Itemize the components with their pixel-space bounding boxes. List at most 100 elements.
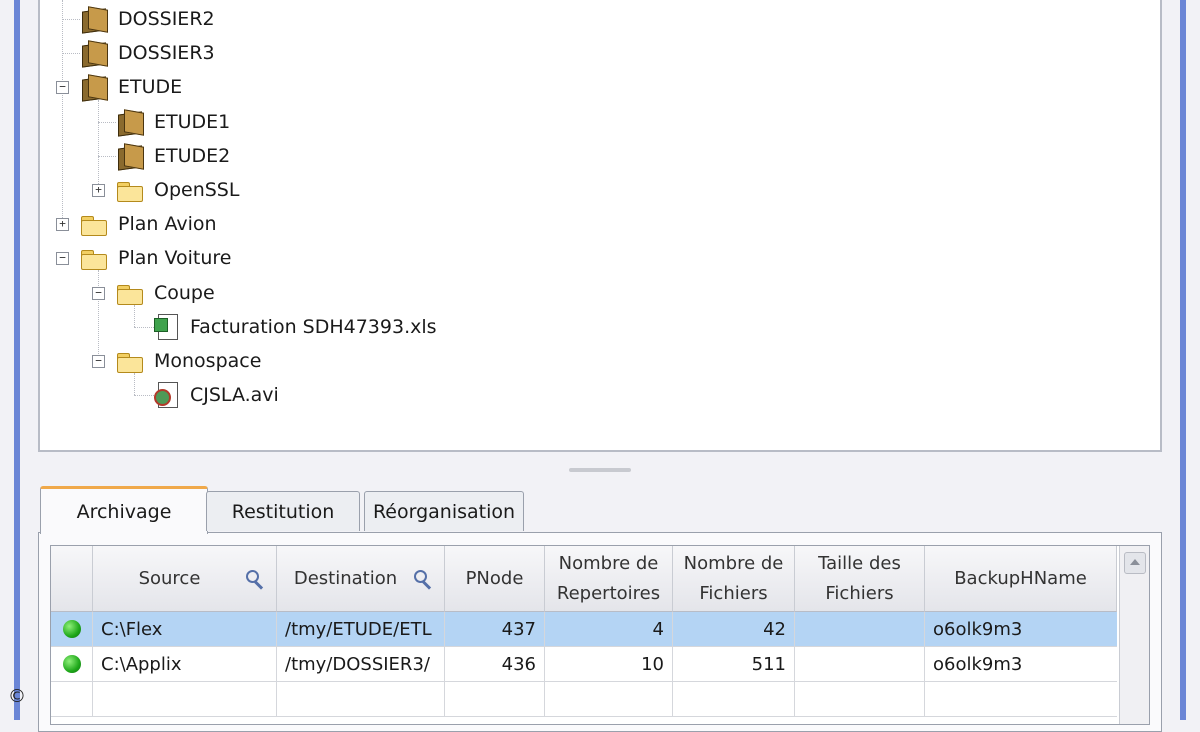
tree-item-openssl[interactable]: OpenSSL	[116, 173, 239, 207]
empty-cell	[277, 682, 445, 716]
scroll-up-button[interactable]	[1124, 552, 1146, 574]
tree-item-coupe[interactable]: Coupe	[116, 276, 215, 310]
tree-line	[134, 327, 154, 328]
header-label: Repertoires	[556, 582, 661, 604]
collapse-toggle[interactable]: −	[56, 81, 69, 94]
tree-item-etude[interactable]: ETUDE	[80, 70, 182, 104]
taille-cell	[795, 647, 925, 681]
folder-icon	[80, 247, 108, 270]
header-label: PNode	[465, 567, 524, 589]
collapse-toggle[interactable]: −	[92, 355, 105, 368]
status-ok-icon	[62, 620, 81, 638]
empty-cell	[93, 682, 277, 716]
tree-item-label: ETUDE2	[154, 145, 231, 167]
avi-file-icon	[154, 381, 180, 409]
tree-item-facturation-xls[interactable]: Facturation SDH47393.xls	[154, 310, 437, 344]
tree-line	[134, 395, 154, 396]
tree-line	[62, 0, 63, 222]
tree-item-label: Coupe	[154, 282, 215, 304]
tree-item-label: OpenSSL	[154, 179, 240, 201]
tab-restitution[interactable]: Restitution	[206, 491, 360, 531]
empty-cell	[51, 682, 93, 716]
column-header-destination[interactable]: Destination	[277, 546, 445, 612]
tree-item-label: ETUDE	[118, 76, 183, 98]
header-label: Nombre de	[558, 552, 659, 574]
expand-toggle[interactable]: +	[56, 218, 69, 231]
status-cell	[51, 647, 93, 681]
tree-item-dossier3[interactable]: DOSSIER3	[80, 36, 215, 70]
dark-folder-icon	[116, 145, 144, 167]
archive-jobs-table: Source Destination PNode Nombre de Reper…	[50, 545, 1150, 725]
folder-icon	[116, 282, 144, 305]
tree-item-label: Plan Avion	[118, 213, 217, 235]
empty-cell	[445, 682, 545, 716]
tab-label: Archivage	[76, 500, 172, 523]
empty-cell	[545, 682, 673, 716]
header-label: Nombre de	[683, 552, 784, 574]
empty-cell	[795, 682, 925, 716]
tree-item-monospace[interactable]: Monospace	[116, 344, 261, 378]
column-header-status[interactable]	[51, 546, 93, 612]
tree-line	[62, 19, 80, 20]
dark-folder-icon	[80, 8, 108, 30]
column-header-pnode[interactable]: PNode	[445, 546, 545, 612]
tree-item-plan-avion[interactable]: Plan Avion	[80, 207, 217, 241]
empty-cell	[925, 682, 1117, 716]
column-header-backuphname[interactable]: BackupHName	[925, 546, 1117, 612]
tree-item-dossier2[interactable]: DOSSIER2	[80, 2, 215, 36]
folder-icon	[116, 350, 144, 373]
collapse-toggle[interactable]: −	[92, 287, 105, 300]
header-label: Destination	[293, 567, 398, 589]
tree-item-cjsla-avi[interactable]: CJSLA.avi	[154, 378, 279, 412]
source-cell: C:\Applix	[93, 647, 277, 681]
repertoires-cell: 10	[545, 647, 673, 681]
tree-item-label: ETUDE1	[154, 111, 231, 133]
tree-item-etude2[interactable]: ETUDE2	[116, 139, 230, 173]
column-header-nombre-repertoires[interactable]: Nombre de Repertoires	[545, 546, 673, 612]
tree-item-label: Facturation SDH47393.xls	[190, 316, 437, 338]
tab-label: Réorganisation	[372, 500, 516, 523]
window-frame-right	[1180, 0, 1186, 720]
dark-folder-icon	[80, 42, 108, 64]
backup-cell: o6olk9m3	[933, 618, 1023, 640]
tab-reorganisation[interactable]: Réorganisation	[364, 491, 524, 531]
folder-icon	[116, 179, 144, 202]
header-label: BackupHName	[954, 567, 1087, 589]
xls-file-icon	[154, 313, 180, 341]
tree-item-plan-voiture[interactable]: Plan Voiture	[80, 241, 231, 275]
pnode-cell: 436	[445, 647, 545, 681]
table-row[interactable]: C:\Flex /tmy/ETUDE/ETL 437 4 42 o6olk9m3	[51, 612, 1117, 647]
status-cell	[51, 612, 93, 646]
fichiers-cell: 42	[673, 612, 795, 646]
column-header-taille-fichiers[interactable]: Taille des Fichiers	[795, 546, 925, 612]
panel-splitter-handle[interactable]	[569, 468, 631, 472]
collapse-toggle[interactable]: −	[56, 252, 69, 265]
column-header-source[interactable]: Source	[93, 546, 277, 612]
expand-toggle[interactable]: +	[92, 184, 105, 197]
table-row-empty[interactable]	[51, 682, 1117, 717]
folder-icon	[80, 213, 108, 236]
source-cell: C:\Flex	[93, 612, 277, 646]
dark-folder-icon	[80, 76, 108, 98]
destination-cell: /tmy/DOSSIER3/	[277, 647, 445, 681]
status-ok-icon	[62, 655, 81, 673]
header-label: Taille des	[818, 552, 901, 574]
tree-item-etude1[interactable]: ETUDE1	[116, 105, 230, 139]
vertical-scrollbar[interactable]	[1119, 546, 1149, 724]
taille-cell	[795, 612, 925, 646]
column-header-nombre-fichiers[interactable]: Nombre de Fichiers	[673, 546, 795, 612]
empty-cell	[673, 682, 795, 716]
table-row[interactable]: C:\Applix /tmy/DOSSIER3/ 436 10 511 o6ol…	[51, 647, 1117, 682]
copyright-mark: ©	[8, 686, 26, 707]
tree-item-label: Plan Voiture	[118, 247, 232, 269]
tree-line	[98, 270, 99, 362]
destination-cell: /tmy/ETUDE/ETL	[277, 612, 445, 646]
tree-item-label: DOSSIER3	[118, 42, 215, 64]
header-label: Fichiers	[699, 582, 768, 604]
tree-line	[98, 156, 116, 157]
window-frame-left	[14, 0, 20, 720]
pnode-cell: 437	[445, 612, 545, 646]
header-label: Source	[138, 567, 201, 589]
tree-item-label: CJSLA.avi	[190, 384, 279, 406]
tab-archivage[interactable]: Archivage	[40, 486, 208, 534]
